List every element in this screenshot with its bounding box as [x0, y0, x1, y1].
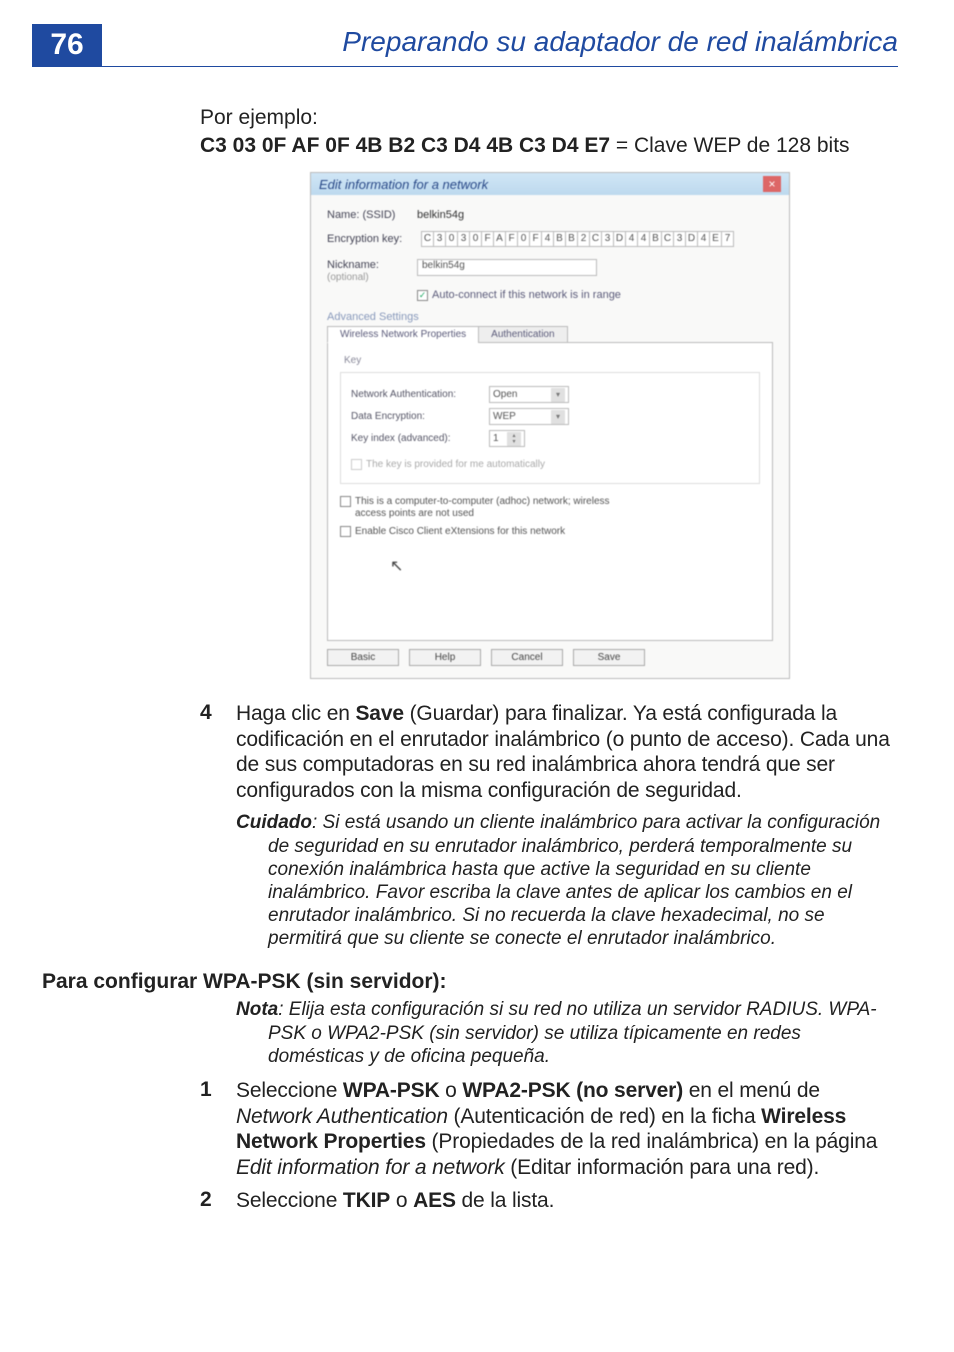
spinner-icon: ▴▾	[507, 432, 521, 446]
example-key-description: = Clave WEP de 128 bits	[610, 134, 850, 157]
encryption-key-label: Encryption key:	[327, 233, 417, 245]
adhoc-checkbox[interactable]	[340, 496, 351, 507]
step-2-body: Seleccione TKIP o AES de la lista.	[236, 1188, 898, 1214]
cisco-checkbox[interactable]	[340, 526, 351, 537]
example-key-line: C3 03 0F AF 0F 4B B2 C3 D4 4B C3 D4 E7 =…	[200, 134, 898, 158]
nota-label: Nota	[236, 999, 278, 1020]
step-2: 2 Seleccione TKIP o AES de la lista.	[200, 1188, 898, 1214]
cisco-label: Enable Cisco Client eXtensions for this …	[355, 526, 565, 538]
key-index-row: Key index (advanced): 1▴▾	[351, 430, 749, 447]
nickname-row: Nickname: (optional) belkin54g	[327, 259, 773, 283]
close-icon[interactable]: ×	[763, 176, 781, 192]
key-provided-auto-label: The key is provided for me automatically	[366, 459, 545, 471]
example-key-hex: C3 03 0F AF 0F 4B B2 C3 D4 4B C3 D4 E7	[200, 134, 610, 157]
adhoc-label: This is a computer-to-computer (adhoc) n…	[355, 496, 615, 520]
dialog-title-bar: Edit information for a network ×	[311, 173, 789, 195]
autoconnect-row[interactable]: ✓ Auto-connect if this network is in ran…	[417, 289, 773, 301]
dialog-title-text: Edit information for a network	[319, 177, 488, 192]
data-enc-select[interactable]: WEP▾	[489, 408, 569, 425]
tab-panel: Key Network Authentication: Open▾ Data E…	[327, 342, 773, 641]
tab-authentication[interactable]: Authentication	[478, 326, 567, 343]
chevron-down-icon: ▾	[551, 388, 565, 402]
step-1-number: 1	[200, 1078, 236, 1180]
page-header: 76 Preparando su adaptador de red inalám…	[0, 0, 954, 76]
tab-strip: Wireless Network Properties Authenticati…	[327, 326, 773, 343]
autoconnect-checkbox[interactable]: ✓	[417, 290, 428, 301]
basic-button[interactable]: Basic	[327, 649, 399, 666]
dialog-body: Name: (SSID) belkin54g Encryption key: C…	[311, 195, 789, 678]
step-4: 4 Haga clic en Save (Guardar) para final…	[200, 701, 898, 803]
cuidado-note: Cuidado: Si está usando un cliente inalá…	[268, 811, 898, 950]
save-button[interactable]: Save	[573, 649, 645, 666]
key-fieldset-label: Key	[344, 355, 760, 366]
ssid-value: belkin54g	[417, 209, 464, 221]
chevron-down-icon: ▾	[551, 410, 565, 424]
page-content: Por ejemplo: C3 03 0F AF 0F 4B B2 C3 D4 …	[0, 76, 954, 1214]
net-auth-label: Network Authentication:	[351, 389, 489, 400]
net-auth-select[interactable]: Open▾	[489, 386, 569, 403]
encryption-key-cells[interactable]: C3030FAF0F4BB2C3D44BC3D4E7	[421, 231, 733, 247]
key-index-label: Key index (advanced):	[351, 433, 489, 444]
nota-note: Nota: Elija esta configuración si su red…	[268, 998, 898, 1068]
dialog-buttons: Basic Help Cancel Save	[327, 649, 773, 666]
advanced-settings-label: Advanced Settings	[327, 311, 773, 323]
page-number-box: 76	[32, 24, 102, 66]
wpa-step-list: 1 Seleccione WPA-PSK o WPA2-PSK (no serv…	[200, 1078, 898, 1214]
nickname-label: Nickname:	[327, 259, 379, 271]
encryption-key-row: Encryption key: C3030FAF0F4BB2C3D44BC3D4…	[327, 231, 773, 247]
step-1-body: Seleccione WPA-PSK o WPA2-PSK (no server…	[236, 1078, 898, 1180]
nota-body: : Elija esta configuración si su red no …	[268, 999, 877, 1066]
key-provided-auto-row: The key is provided for me automatically	[351, 459, 749, 471]
nickname-input[interactable]: belkin54g	[417, 259, 597, 276]
nickname-sublabel: (optional)	[327, 272, 369, 283]
adhoc-row[interactable]: This is a computer-to-computer (adhoc) n…	[340, 496, 760, 520]
nickname-label-wrap: Nickname: (optional)	[327, 259, 417, 283]
example-label: Por ejemplo:	[200, 106, 898, 130]
cuidado-body: : Si está usando un cliente inalámbrico …	[268, 812, 880, 949]
step-list: 4 Haga clic en Save (Guardar) para final…	[200, 701, 898, 803]
autoconnect-label: Auto-connect if this network is in range	[432, 289, 621, 301]
header-rule	[32, 66, 898, 67]
key-provided-auto-checkbox	[351, 459, 362, 470]
wpa-psk-heading: Para configurar WPA-PSK (sin servidor):	[42, 970, 898, 994]
data-enc-label: Data Encryption:	[351, 411, 489, 422]
step-1: 1 Seleccione WPA-PSK o WPA2-PSK (no serv…	[200, 1078, 898, 1180]
data-enc-row: Data Encryption: WEP▾	[351, 408, 749, 425]
section-title: Preparando su adaptador de red inalámbri…	[342, 26, 898, 58]
cursor-icon: ↖	[390, 556, 760, 576]
ssid-row: Name: (SSID) belkin54g	[327, 209, 773, 221]
dialog-screenshot: Edit information for a network × Name: (…	[310, 172, 790, 679]
help-button[interactable]: Help	[409, 649, 481, 666]
cancel-button[interactable]: Cancel	[491, 649, 563, 666]
key-index-spinner[interactable]: 1▴▾	[489, 430, 525, 447]
step-2-number: 2	[200, 1188, 236, 1214]
step-4-number: 4	[200, 701, 236, 803]
net-auth-row: Network Authentication: Open▾	[351, 386, 749, 403]
cisco-row[interactable]: Enable Cisco Client eXtensions for this …	[340, 526, 760, 538]
cuidado-label: Cuidado	[236, 812, 312, 833]
tab-wireless-properties[interactable]: Wireless Network Properties	[327, 326, 479, 343]
ssid-label: Name: (SSID)	[327, 209, 417, 221]
step-4-body: Haga clic en Save (Guardar) para finaliz…	[236, 701, 898, 803]
